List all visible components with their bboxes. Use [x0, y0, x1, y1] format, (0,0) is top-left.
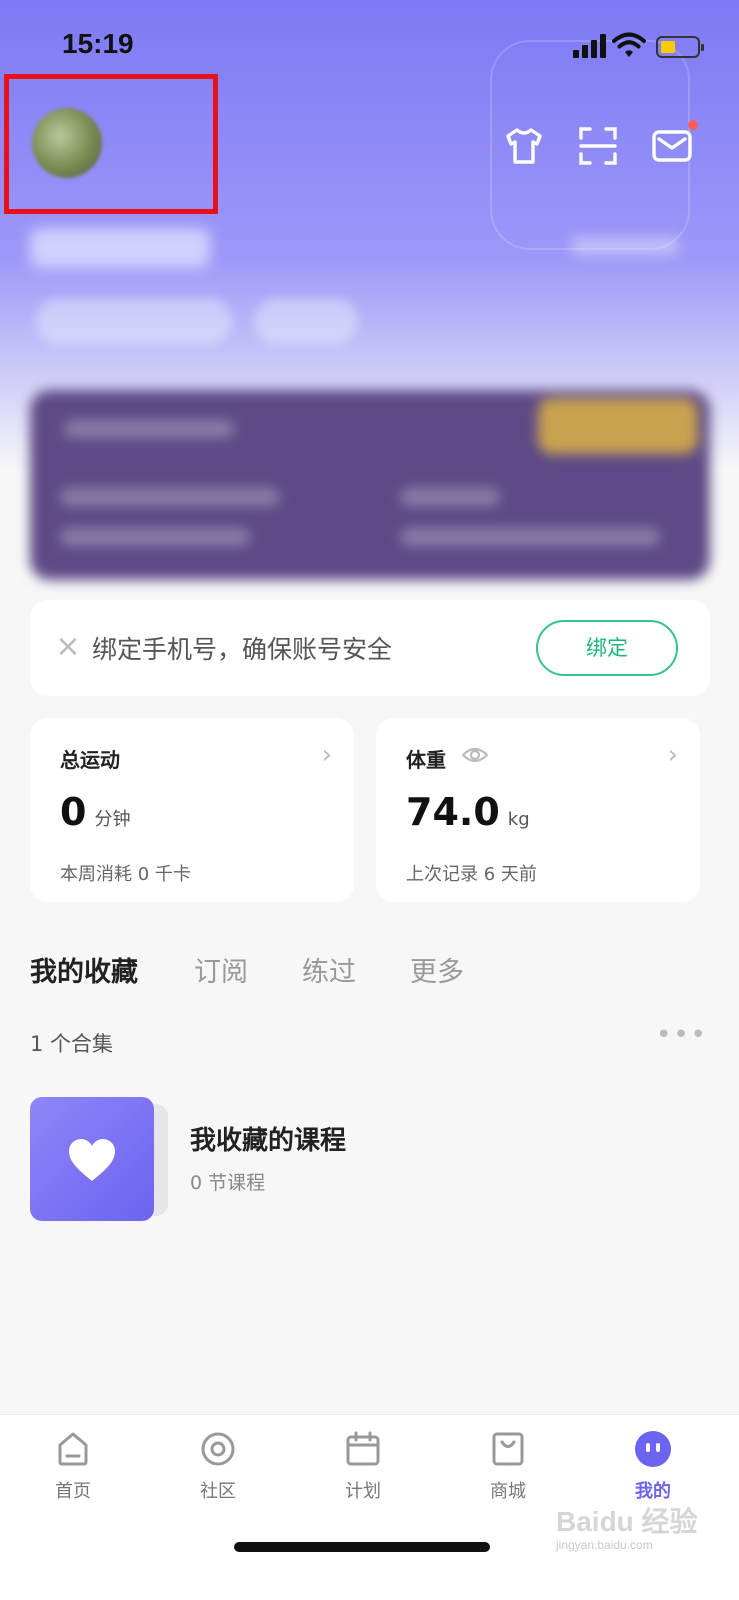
shop-icon: [492, 1432, 524, 1466]
mail-icon: [652, 130, 692, 162]
battery-icon: [656, 36, 704, 58]
profile-icon: [635, 1431, 671, 1467]
home-icon: [58, 1432, 88, 1466]
nav-home[interactable]: 首页: [18, 1429, 128, 1503]
favorites-collection-thumbnail[interactable]: [30, 1097, 154, 1221]
tab-practiced[interactable]: 练过: [302, 950, 356, 989]
stat-value: 74.0 kg: [406, 790, 530, 834]
baidu-watermark: Baidu 经验: [556, 1506, 698, 1537]
avatar-highlight-frame: [4, 74, 218, 214]
scan-icon: [579, 127, 617, 165]
total-exercise-card[interactable]: 总运动 › 0 分钟 本周消耗 0 千卡: [30, 718, 354, 902]
tab-subscriptions[interactable]: 订阅: [194, 950, 248, 989]
tab-favorites[interactable]: 我的收藏: [30, 950, 138, 989]
nav-label: 商城: [490, 1481, 526, 1502]
messages-button[interactable]: [650, 120, 698, 168]
close-icon[interactable]: ×: [54, 630, 82, 664]
heart-icon: [69, 1139, 115, 1181]
calendar-icon: [346, 1431, 380, 1466]
stat-value: 0 分钟: [60, 790, 131, 834]
stat-unit: 分钟: [94, 809, 131, 830]
weight-card[interactable]: 体重 › 74.0 kg 上次记录 6 天前: [376, 718, 700, 902]
status-time: 15:19: [62, 28, 134, 59]
tshirt-icon: [506, 128, 542, 164]
nav-label: 计划: [345, 1481, 381, 1502]
blurred-profile-link: [570, 236, 680, 256]
nav-community[interactable]: 社区: [163, 1429, 273, 1503]
blurred-username: [30, 228, 210, 268]
nav-label: 首页: [55, 1481, 91, 1502]
blurred-badge: [254, 298, 358, 344]
bind-phone-banner: × 绑定手机号，确保账号安全 绑定: [30, 600, 710, 696]
stat-subtext: 上次记录 6 天前: [406, 864, 537, 885]
blurred-badge: [36, 298, 232, 344]
chevron-right-icon: ›: [667, 740, 678, 770]
bind-phone-text: 绑定手机号，确保账号安全: [92, 635, 393, 664]
home-indicator: [234, 1542, 490, 1552]
stat-subtext: 本周消耗 0 千卡: [60, 864, 191, 885]
collection-subtitle: 0 节课程: [190, 1172, 266, 1194]
baidu-watermark-url: jingyan.baidu.com: [556, 1538, 653, 1552]
nav-plan[interactable]: 计划: [308, 1429, 418, 1503]
collection-title[interactable]: 我收藏的课程: [190, 1120, 346, 1157]
tab-more[interactable]: 更多: [410, 950, 464, 989]
collection-count: 1 个合集: [30, 1032, 114, 1056]
unread-dot: [688, 120, 698, 130]
nav-profile[interactable]: 我的: [598, 1429, 708, 1503]
scan-button[interactable]: [576, 124, 620, 168]
wifi-icon: [612, 32, 646, 57]
blurred-membership-card[interactable]: [30, 390, 710, 580]
bind-button[interactable]: 绑定: [536, 620, 678, 676]
stat-unit: kg: [507, 809, 530, 830]
chevron-right-icon: ›: [321, 740, 332, 770]
eye-icon[interactable]: [462, 744, 488, 766]
stat-title: 体重: [406, 748, 446, 772]
cellular-signal-icon: [573, 34, 606, 58]
stat-title: 总运动: [60, 748, 120, 772]
community-icon: [201, 1432, 235, 1466]
outfit-button[interactable]: [502, 124, 546, 168]
nav-label: 社区: [200, 1481, 236, 1502]
nav-shop[interactable]: 商城: [453, 1429, 563, 1503]
more-options-icon[interactable]: •••: [656, 1020, 708, 1050]
